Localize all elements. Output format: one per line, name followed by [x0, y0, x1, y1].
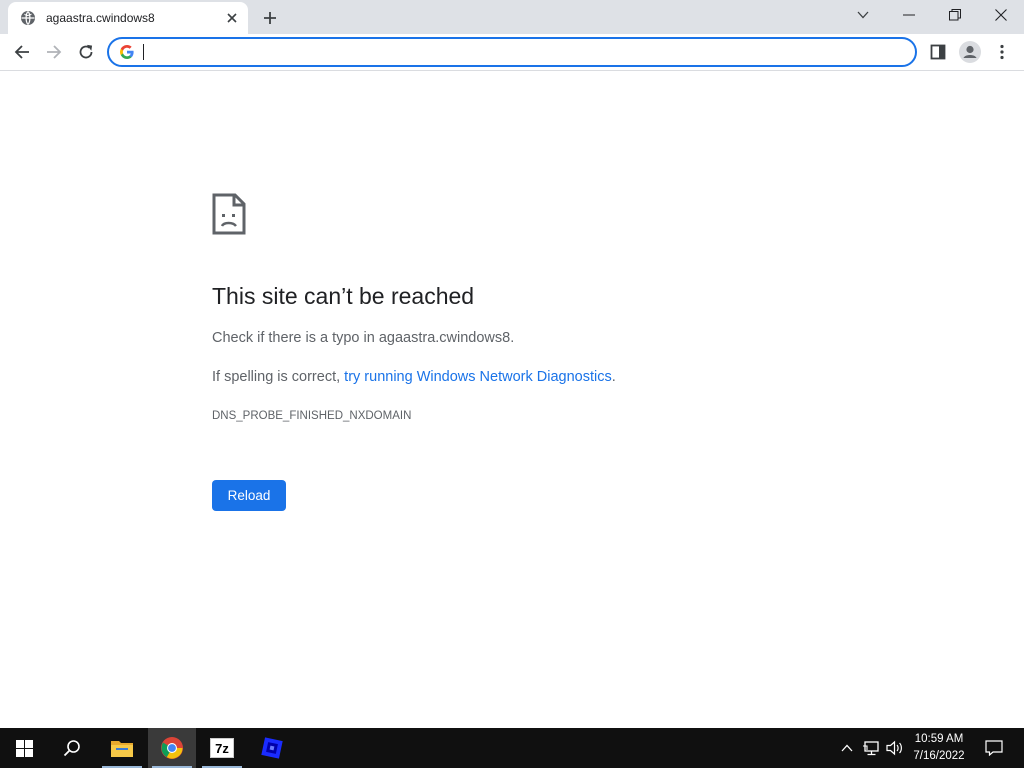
app-icon	[261, 737, 283, 759]
arrow-left-icon	[14, 45, 29, 59]
taskbar-7zip[interactable]: 7z	[198, 728, 246, 768]
file-explorer-icon	[111, 741, 133, 757]
taskbar-clock[interactable]: 10:59 AM 7/16/2022	[905, 731, 973, 765]
back-button[interactable]	[8, 38, 36, 66]
side-panel-button[interactable]	[924, 38, 952, 66]
restore-icon	[949, 9, 961, 21]
show-hidden-icons-button[interactable]	[838, 728, 856, 768]
start-button[interactable]	[0, 728, 48, 768]
avatar-icon	[959, 41, 981, 63]
refresh-icon	[79, 44, 93, 59]
search-icon	[63, 740, 80, 757]
reload-button[interactable]: Reload	[212, 480, 286, 511]
tab-search-button[interactable]	[840, 0, 886, 30]
diagnostics-link[interactable]: try running Windows Network Diagnostics	[344, 369, 612, 385]
diagnostics-hint: If spelling is correct, try running Wind…	[212, 369, 616, 385]
forward-button[interactable]	[40, 38, 68, 66]
minimize-icon	[903, 14, 915, 16]
chevron-down-icon	[857, 11, 869, 19]
clock-date: 7/16/2022	[913, 750, 965, 762]
typo-hint: Check if there is a typo in agaastra.cwi…	[212, 330, 515, 346]
address-bar[interactable]	[107, 37, 917, 67]
taskbar: 7z 10:59 AM 7/16/2022	[0, 728, 1024, 768]
arrow-right-icon	[47, 45, 62, 59]
close-window-button[interactable]	[978, 0, 1024, 30]
tab-strip: agaastra.cwindows8	[0, 0, 1024, 34]
diagnostics-prefix: If spelling is correct,	[212, 369, 345, 385]
error-code: DNS_PROBE_FINISHED_NXDOMAIN	[212, 410, 412, 422]
address-input[interactable]	[144, 44, 915, 60]
action-center-button[interactable]	[976, 728, 1012, 768]
menu-button[interactable]	[988, 38, 1016, 66]
volume-tray-button[interactable]	[884, 728, 906, 768]
error-title: This site can’t be reached	[212, 283, 475, 309]
profile-button[interactable]	[956, 38, 984, 66]
notification-icon	[985, 740, 1003, 756]
close-icon	[995, 9, 1007, 21]
7zip-icon: 7z	[210, 738, 234, 758]
browser-toolbar	[0, 34, 1024, 71]
side-panel-icon	[930, 44, 946, 60]
sad-page-icon	[212, 193, 246, 235]
taskbar-chrome[interactable]	[148, 728, 196, 768]
taskbar-file-explorer[interactable]	[98, 728, 146, 768]
diagnostics-suffix: .	[611, 369, 616, 385]
chrome-icon	[161, 737, 183, 759]
clock-time: 10:59 AM	[914, 733, 964, 745]
tab-close-icon[interactable]	[224, 10, 240, 26]
7zip-label: 7z	[215, 740, 229, 756]
globe-icon	[20, 10, 36, 26]
taskbar-search-button[interactable]	[48, 728, 96, 768]
kebab-menu-icon	[1000, 44, 1004, 60]
browser-tab[interactable]: agaastra.cwindows8	[8, 2, 248, 34]
windows-start-icon	[15, 739, 33, 757]
page-content: This site can’t be reached Check if ther…	[0, 71, 1024, 728]
tab-title: agaastra.cwindows8	[46, 11, 155, 25]
google-icon	[119, 44, 135, 60]
speaker-icon	[886, 740, 902, 756]
network-tray-button[interactable]	[860, 728, 882, 768]
minimize-button[interactable]	[886, 0, 932, 30]
new-tab-button[interactable]	[259, 7, 281, 29]
taskbar-app[interactable]	[248, 728, 296, 768]
reload-toolbar-button[interactable]	[72, 38, 100, 66]
restore-button[interactable]	[932, 0, 978, 30]
network-icon	[863, 741, 879, 756]
chevron-up-icon	[841, 744, 853, 752]
